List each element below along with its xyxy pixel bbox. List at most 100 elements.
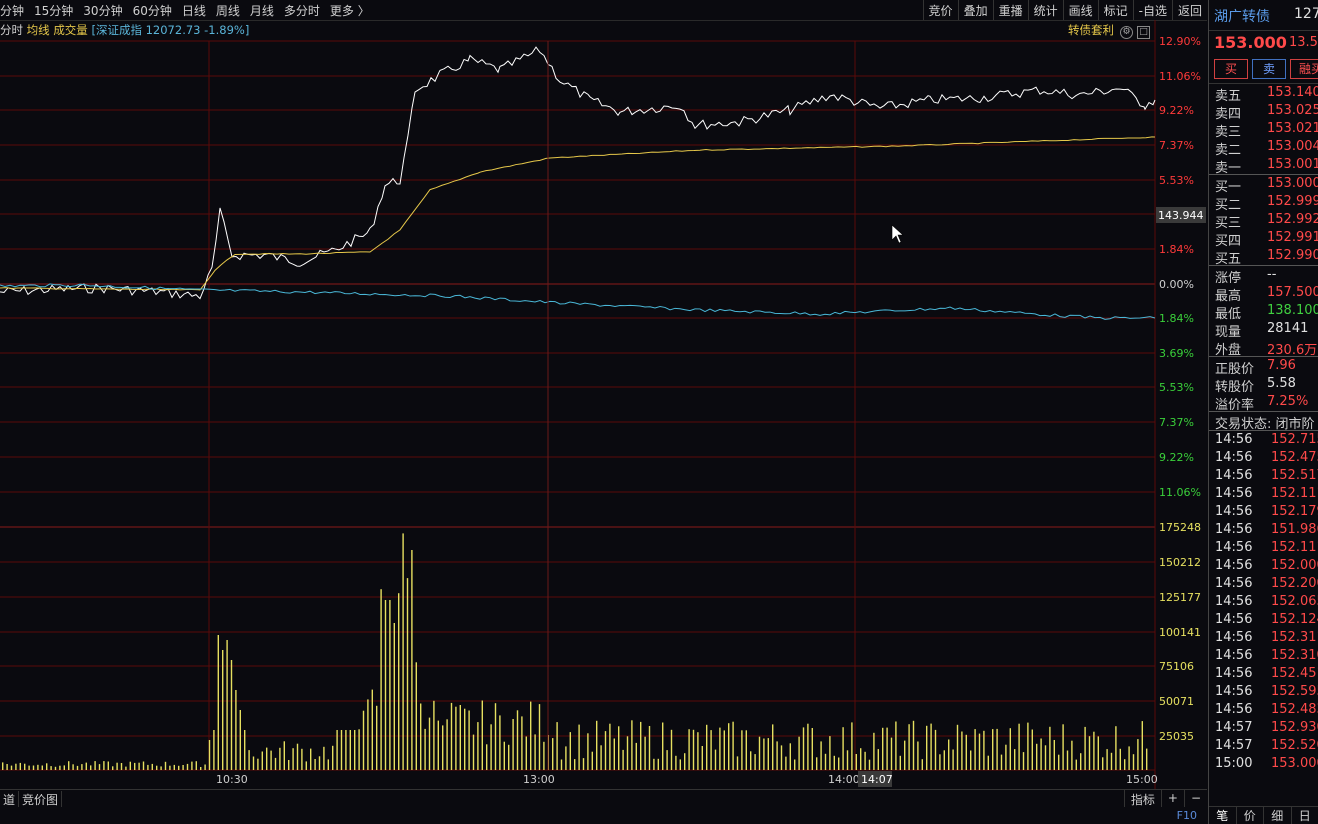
volume-bar — [468, 710, 470, 770]
row-value: 152.990 — [1267, 248, 1318, 263]
tick-row: 14:56 152.111 — [1209, 539, 1318, 557]
quote-row: 卖二 153.004 — [1209, 138, 1318, 158]
volume-bar — [191, 761, 193, 770]
row-value: 157.500 — [1267, 285, 1318, 300]
volume-bar — [376, 705, 378, 770]
volume-bar — [939, 754, 941, 770]
row-label: 买五 — [1215, 252, 1242, 267]
volume-bar — [965, 734, 967, 770]
volume-bar — [213, 730, 215, 770]
quote-row: 买三 152.992 — [1209, 211, 1318, 231]
volume-bar — [85, 762, 87, 770]
volume-bar — [244, 730, 246, 770]
tick-row: 14:56 152.179 — [1209, 503, 1318, 521]
volume-bar — [384, 600, 387, 770]
tick-row: 14:56 152.200 — [1209, 575, 1318, 593]
volume-bar — [437, 720, 439, 770]
row-value: 5.58 — [1267, 376, 1296, 391]
volume-bar — [455, 706, 457, 770]
quote-panel: 湖广转债 12700 153.000 13.50 买 卖 融买 卖五153.14… — [1208, 0, 1318, 824]
volume-bar — [868, 759, 871, 770]
volume-bar — [512, 719, 514, 770]
tick-price: 152.310 — [1271, 648, 1318, 663]
margin-buy-button[interactable]: 融买 — [1290, 59, 1318, 79]
price-change: 13.50 — [1289, 35, 1318, 50]
volume-bar — [54, 766, 57, 770]
volume-bar — [354, 730, 356, 770]
volume-bar — [1088, 736, 1091, 770]
volume-bar — [367, 699, 369, 770]
time-axis-label: 15:00 — [1126, 773, 1158, 786]
volume-bar — [1124, 759, 1126, 770]
volume-bar — [411, 550, 413, 770]
volume-axis-label: 100141 — [1159, 626, 1201, 639]
volume-bar — [450, 702, 453, 770]
bond-name[interactable]: 湖广转债 — [1214, 6, 1270, 26]
volume-bar — [789, 743, 791, 770]
row-value: 153.021 — [1267, 121, 1318, 136]
volume-bar — [917, 741, 919, 770]
volume-bar — [464, 708, 466, 770]
tick-list[interactable]: 14:56152.71514:56152.47514:56152.51714:5… — [1209, 431, 1318, 773]
volume-bar — [604, 731, 607, 770]
volume-bar — [1115, 726, 1117, 770]
quote-row: 买一 153.000 — [1209, 175, 1318, 195]
panel-tabs: 笔价细日 — [1209, 806, 1318, 824]
tick-time: 14:56 — [1215, 684, 1253, 699]
volume-bar — [1044, 745, 1047, 770]
volume-bar — [76, 765, 79, 770]
panel-tab[interactable]: 细 — [1264, 807, 1292, 824]
volume-bar — [908, 724, 910, 770]
tick-row: 14:56 152.111 — [1209, 485, 1318, 503]
volume-bar — [230, 660, 233, 770]
volume-bar — [750, 751, 752, 770]
volume-bar — [785, 756, 787, 770]
panel-tab[interactable]: 笔 — [1209, 807, 1237, 824]
volume-bar — [10, 765, 13, 770]
volume-bar — [1141, 721, 1143, 770]
bottom-bar: 道竞价图 指标 + − — [0, 789, 1207, 809]
intraday-chart[interactable]: 12.90% 11.06% 9.22% 7.37% 5.53% 3.69% 1.84% 0.0… — [0, 0, 1207, 790]
volume-bar — [63, 765, 65, 770]
volume-bar — [2, 762, 4, 770]
tick-time: 14:56 — [1215, 612, 1253, 627]
volume-bar — [587, 733, 589, 770]
tick-time: 14:56 — [1215, 504, 1253, 519]
tick-price: 152.111 — [1271, 486, 1318, 501]
volume-bar — [415, 662, 417, 770]
volume-bar — [741, 730, 743, 770]
volume-bar — [1027, 722, 1029, 770]
volume-bar — [811, 728, 813, 770]
quote-row: 卖一 153.001 — [1209, 156, 1318, 176]
volume-bar — [758, 736, 761, 770]
tick-time: 14:56 — [1215, 576, 1253, 591]
volume-bar — [1066, 750, 1069, 770]
bottom-tab[interactable]: 道 — [0, 791, 20, 808]
volume-bar — [622, 749, 624, 770]
sell-button[interactable]: 卖 — [1252, 59, 1286, 79]
volume-bar — [217, 635, 219, 770]
buy-button[interactable]: 买 — [1214, 59, 1248, 79]
volume-bar — [314, 759, 316, 770]
price-axis-label: 0.00% — [1159, 278, 1194, 291]
last-price: 153.000 — [1214, 33, 1287, 52]
volume-bar — [37, 764, 39, 770]
volume-bar — [653, 758, 655, 770]
panel-tab[interactable]: 价 — [1237, 807, 1264, 824]
volume-bar — [978, 733, 981, 770]
f10-link[interactable]: F10 — [1177, 809, 1197, 822]
volume-bar — [846, 750, 849, 770]
volume-bar — [239, 710, 241, 770]
volume-axis-label: 50071 — [1159, 695, 1194, 708]
volume-bar — [156, 765, 158, 770]
price-axis-label: 7.37% — [1159, 139, 1194, 152]
volume-bar — [490, 724, 492, 770]
volume-bar — [552, 738, 554, 770]
panel-tab[interactable]: 日 — [1292, 807, 1318, 824]
volume-bar — [398, 593, 400, 770]
bottom-tab[interactable]: 竞价图 — [19, 791, 63, 808]
volume-bar — [1084, 726, 1086, 770]
tick-row: 14:56 152.065 — [1209, 593, 1318, 611]
tick-time: 14:56 — [1215, 666, 1253, 681]
row-value: 152.999 — [1267, 194, 1318, 209]
